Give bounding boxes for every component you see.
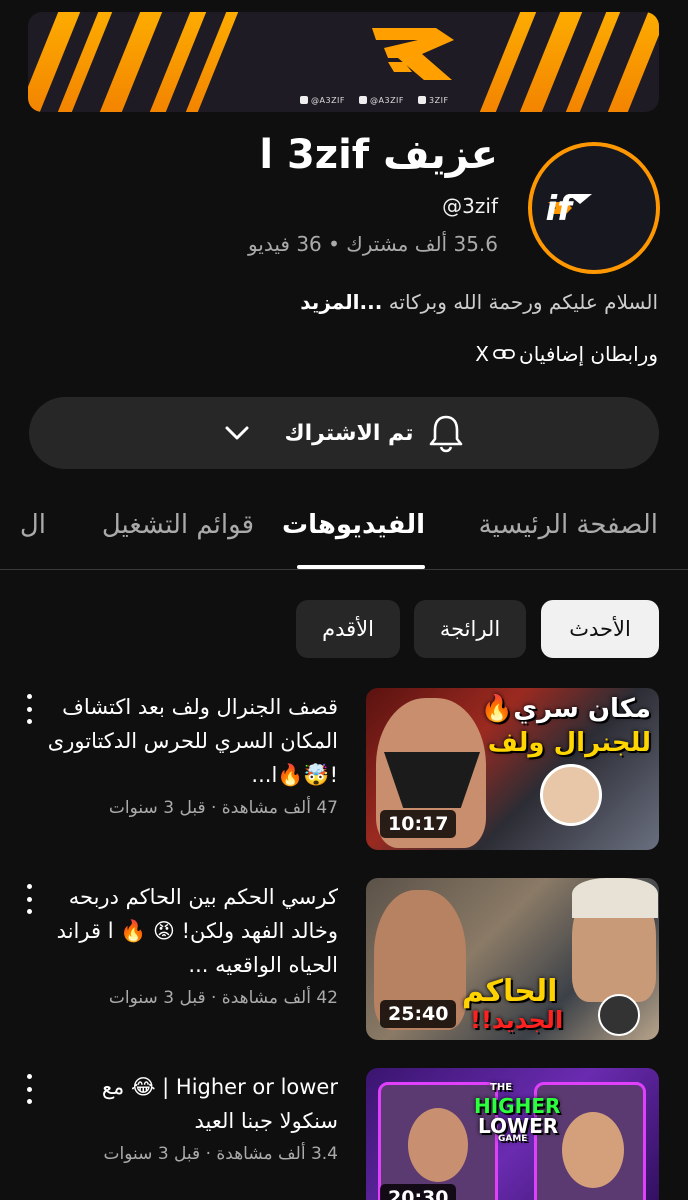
chip-oldest[interactable]: الأقدم [296,600,400,658]
chip-popular[interactable]: الرائجة [414,600,526,658]
thumbnail-caption: THE [490,1082,513,1093]
thumbnail-avatar [598,994,640,1036]
channel-links[interactable]: ورابطان إضافيان X [475,342,658,366]
channel-name: عزيف l 3zif [259,132,498,178]
twitter-icon [300,96,308,104]
avatar-logo: zif [532,146,656,270]
banner-socials: @A3ZIF @A3ZIF 3ZIF [300,96,449,105]
channel-handle: @3zif [442,194,498,218]
thumbnail-caption: الحاكم [462,974,558,1009]
youtube-handle: 3ZIF [418,96,449,105]
more-options-icon[interactable] [22,694,36,724]
channel-description[interactable]: السلام عليكم ورحمة الله وبركاته ...المزي… [300,290,658,314]
thumbnail-caption: مكان سري🔥 [480,694,651,724]
twitter-handle: @A3ZIF [300,96,345,105]
channel-tabs: الصفحة الرئيسية الفيديوهات قوائم التشغيل… [0,498,688,570]
thumbnail-avatar [540,764,602,826]
tab-home[interactable]: الصفحة الرئيسية [479,510,658,540]
tab-playlists[interactable]: قوائم التشغيل [102,510,254,540]
video-meta: 42 ألف مشاهدة · قبل 3 سنوات [108,988,338,1008]
video-meta: 47 ألف مشاهدة · قبل 3 سنوات [108,798,338,818]
thumbnail-headscarf [572,878,658,918]
bell-icon [429,415,462,453]
tab-more[interactable]: ال [20,510,46,540]
video-duration: 25:40 [380,1000,457,1028]
active-tab-indicator [297,565,425,569]
channel-avatar[interactable]: zif [528,142,660,274]
video-thumbnail[interactable]: مكان سري🔥 للجنرال ولف 10:17 [366,688,659,850]
video-thumbnail[interactable]: الحاكم الجديد!! 25:40 [366,878,659,1040]
video-duration: 20:30 [380,1184,457,1200]
video-duration: 10:17 [380,810,457,838]
video-title[interactable]: قصف الجنرال ولف بعد اكتشاف المكان السري … [38,690,338,792]
link-icon [493,349,515,359]
banner-logo [372,28,454,80]
description-text: السلام عليكم ورحمة الله وبركاته [388,290,658,314]
chevron-down-icon [225,426,249,440]
video-title[interactable]: كرسي الحكم بين الحاكم دربحه وخالد الفهد … [38,880,338,982]
more-options-icon[interactable] [22,884,36,914]
thumbnail-person [562,1112,624,1188]
subscribed-button[interactable]: تم الاشتراك [29,397,659,469]
thumbnail-caption: GAME [498,1134,528,1144]
youtube-icon [418,96,427,104]
video-title[interactable]: Higher or lower | 😂 مع سنكولا جبنا العيد [38,1070,338,1138]
channel-logo-icon: zif [546,189,592,229]
subscribed-label: تم الاشتراك [284,420,414,446]
thumbnail-person [408,1108,468,1182]
channel-stats: 35.6 ألف مشترك • 36 فيديو [247,232,498,256]
tab-videos[interactable]: الفيديوهات [282,510,425,540]
more-link[interactable]: ...المزيد [300,290,382,314]
links-label: ورابطان إضافيان [519,342,658,366]
video-thumbnail[interactable]: THE HIGHER LOWER GAME 20:30 [366,1068,659,1200]
instagram-handle: @A3ZIF [359,96,404,105]
thumbnail-caption: للجنرال ولف [487,728,651,758]
instagram-icon [359,96,368,104]
video-meta: 3.4 ألف مشاهدة · قبل 3 سنوات [103,1144,338,1164]
more-options-icon[interactable] [22,1074,36,1104]
thumbnail-caption: الجديد!! [470,1006,564,1034]
channel-banner: @A3ZIF @A3ZIF 3ZIF [28,12,659,112]
links-prefix: X [475,342,489,366]
chip-latest[interactable]: الأحدث [541,600,659,658]
